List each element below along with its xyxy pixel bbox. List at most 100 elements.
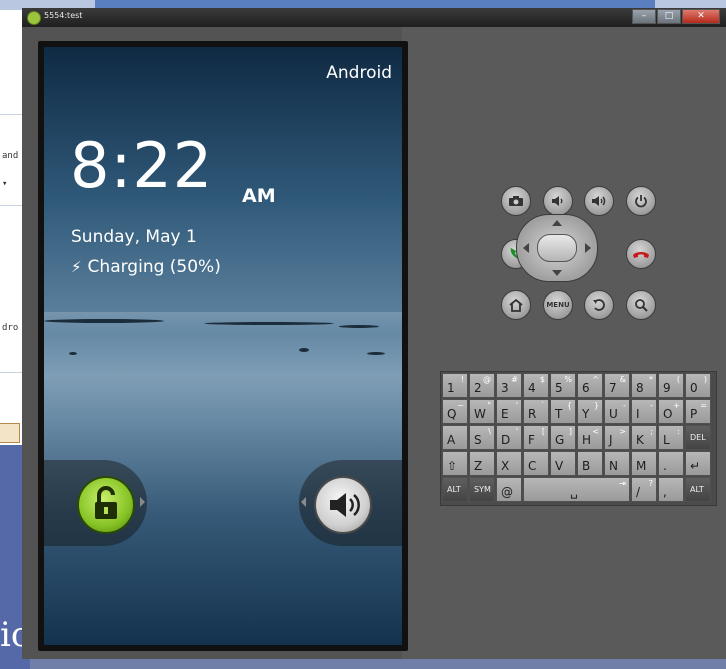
key-c[interactable]: C — [523, 451, 549, 476]
key-9[interactable]: 9( — [658, 373, 684, 398]
key-t[interactable]: T{ — [550, 399, 576, 424]
rock — [299, 348, 309, 352]
close-button[interactable]: ✕ — [682, 9, 720, 24]
dpad-down-icon[interactable] — [552, 270, 562, 276]
dpad-right-icon[interactable] — [585, 243, 591, 253]
background-text: dro — [2, 323, 19, 333]
background-text: and — [2, 151, 19, 161]
key-z[interactable]: Z — [469, 451, 495, 476]
key-j[interactable]: J > — [604, 425, 630, 450]
key-k[interactable]: K; — [631, 425, 657, 450]
key-l[interactable]: L: — [658, 425, 684, 450]
key-e[interactable]: E ' — [496, 399, 522, 424]
key-1[interactable]: 1! — [442, 373, 468, 398]
key-5[interactable]: 5% — [550, 373, 576, 398]
arrow-left-icon — [301, 497, 306, 507]
keyboard-row-bottom: ALT SYM @ ␣ ⇥ /? , ALT — [442, 477, 711, 502]
android-icon — [27, 11, 41, 25]
key-v[interactable]: V — [550, 451, 576, 476]
rock — [367, 352, 385, 355]
back-button[interactable] — [584, 290, 614, 320]
key-8[interactable]: 8 * — [631, 373, 657, 398]
island — [44, 319, 164, 323]
volume-down-button[interactable] — [543, 186, 573, 216]
key-i[interactable]: I- — [631, 399, 657, 424]
key-period[interactable]: . — [658, 451, 684, 476]
key-q[interactable]: Q ~ — [442, 399, 468, 424]
device-screen[interactable]: Android 8:22 AM Sunday, May 1 ⚡ Charging… — [44, 47, 402, 645]
minimize-button[interactable]: – — [632, 9, 656, 24]
unlock-tab[interactable] — [44, 460, 147, 546]
carrier-label: Android — [326, 63, 392, 83]
window-controls: – □ ✕ — [632, 9, 720, 24]
key-shift[interactable]: ⇧ — [442, 451, 468, 476]
sound-tab[interactable] — [299, 460, 402, 546]
key-u[interactable]: U- — [604, 399, 630, 424]
key-alt-left[interactable]: ALT — [442, 477, 468, 502]
key-6[interactable]: 6 ^ — [577, 373, 603, 398]
date-label: Sunday, May 1 — [71, 227, 197, 247]
dpad-left-icon[interactable] — [523, 243, 529, 253]
unlock-button[interactable] — [77, 476, 135, 534]
key-w[interactable]: W " — [469, 399, 495, 424]
charging-status: ⚡ Charging (50%) — [71, 257, 221, 277]
home-button[interactable] — [501, 290, 531, 320]
power-icon — [635, 195, 647, 208]
key-3[interactable]: 3 # — [496, 373, 522, 398]
key-y[interactable]: Y} — [577, 399, 603, 424]
key-r[interactable]: R ` — [523, 399, 549, 424]
keyboard-row-qwerty: Q ~ W " E ' R ` T{ Y} U- I- O + P = — [442, 399, 711, 424]
key-f[interactable]: F[ — [523, 425, 549, 450]
home-icon — [509, 298, 523, 312]
key-alt-right[interactable]: ALT — [685, 477, 711, 502]
key-comma[interactable]: , — [658, 477, 684, 502]
clock-ampm: AM — [242, 185, 276, 207]
key-2[interactable]: 2 @ — [469, 373, 495, 398]
search-button[interactable] — [626, 290, 656, 320]
speaker-icon — [330, 493, 360, 517]
key-7[interactable]: 7 & — [604, 373, 630, 398]
key-slash[interactable]: /? — [631, 477, 657, 502]
maximize-button[interactable]: □ — [657, 9, 681, 24]
keyboard-row-zxcv: ⇧ Z X C V B N M . ↵ — [442, 451, 711, 476]
background-dropdown[interactable]: ▾ — [2, 179, 7, 189]
charging-icon: ⚡ — [71, 258, 82, 276]
clock-time: 8:22 — [70, 129, 214, 202]
key-p[interactable]: P = — [685, 399, 711, 424]
key-delete[interactable]: DEL — [685, 425, 711, 450]
hardware-keyboard: 1! 2 @ 3 # 4 $ 5% 6 ^ 7 & 8 * 9( 0) Q ~ W " E ' R… — [440, 371, 717, 506]
key-m[interactable]: M — [631, 451, 657, 476]
key-o[interactable]: O + — [658, 399, 684, 424]
controls-panel — [402, 27, 726, 659]
key-4[interactable]: 4 $ — [523, 373, 549, 398]
arrow-right-icon — [140, 497, 145, 507]
key-space[interactable]: ␣ ⇥ — [523, 477, 630, 502]
background-button[interactable] — [0, 423, 20, 443]
key-enter[interactable]: ↵ — [685, 451, 711, 476]
search-icon — [635, 299, 648, 312]
key-s[interactable]: S \ — [469, 425, 495, 450]
dpad-center-button[interactable] — [537, 234, 577, 262]
charging-label: Charging (50%) — [87, 257, 221, 277]
key-n[interactable]: N — [604, 451, 630, 476]
camera-button[interactable] — [501, 186, 531, 216]
volume-up-button[interactable] — [584, 186, 614, 216]
sound-toggle-button[interactable] — [314, 476, 372, 534]
power-button[interactable] — [626, 186, 656, 216]
key-b[interactable]: B — [577, 451, 603, 476]
dpad-up-icon[interactable] — [552, 220, 562, 226]
key-0[interactable]: 0) — [685, 373, 711, 398]
key-h[interactable]: H < — [577, 425, 603, 450]
dpad[interactable] — [516, 214, 598, 282]
key-x[interactable]: X — [496, 451, 522, 476]
end-call-button[interactable] — [626, 239, 656, 269]
lock-open-icon — [95, 486, 117, 519]
title-bar[interactable]: 5554:test – □ ✕ — [22, 8, 726, 27]
key-at[interactable]: @ — [496, 477, 522, 502]
key-d[interactable]: D ' — [496, 425, 522, 450]
volume-up-icon — [592, 196, 606, 206]
menu-button[interactable]: MENU — [543, 290, 573, 320]
key-sym[interactable]: SYM — [469, 477, 495, 502]
key-g[interactable]: G] — [550, 425, 576, 450]
key-a[interactable]: A — [442, 425, 468, 450]
